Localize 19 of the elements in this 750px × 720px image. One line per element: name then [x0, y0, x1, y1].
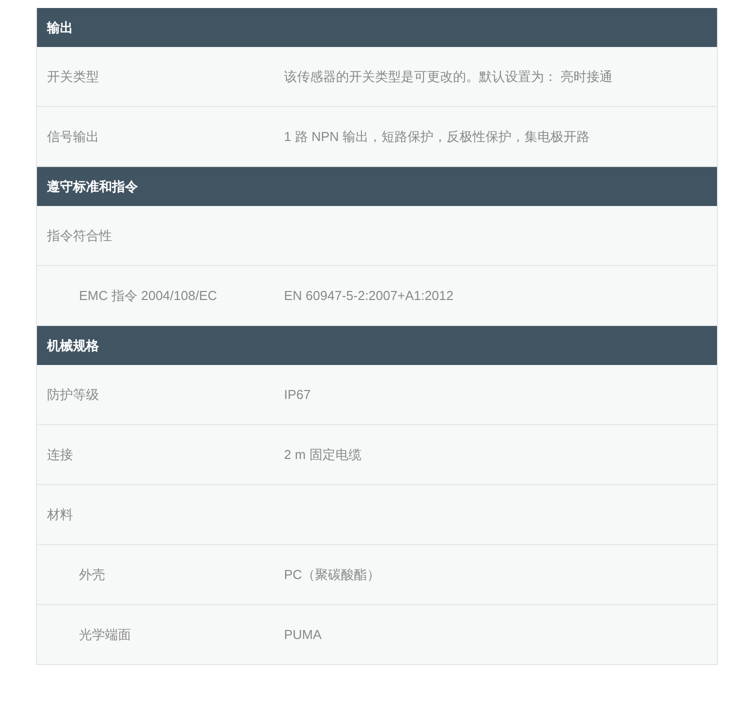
spec-label: 开关类型 — [46, 68, 99, 86]
section-header: 输出 — [37, 8, 717, 47]
spec-value: 2 m 固定电缆 — [284, 446, 362, 464]
spec-value: 1 路 NPN 输出，短路保护，反极性保护，集电极开路 — [284, 128, 590, 146]
spec-label: 信号输出 — [46, 128, 99, 146]
spec-label: 防护等级 — [46, 386, 99, 404]
spec-label: 外壳 — [78, 566, 105, 584]
spec-label: 指令符合性 — [46, 226, 112, 244]
spec-value: PC（聚碳酸酯） — [284, 566, 380, 584]
section-header: 遵守标准和指令 — [37, 167, 717, 206]
spec-value: IP67 — [284, 387, 311, 402]
spec-value: EN 60947-5-2:2007+A1:2012 — [284, 288, 454, 303]
section-header: 机械规格 — [37, 326, 717, 365]
spec-value: 该传感器的开关类型是可更改的。默认设置为： 亮时接通 — [284, 68, 613, 86]
spec-value: PUMA — [284, 627, 322, 642]
spec-label: 连接 — [46, 446, 73, 464]
spec-label: EMC 指令 2004/108/EC — [78, 286, 218, 304]
spec-label: 光学端面 — [78, 626, 131, 644]
spec-label: 材料 — [46, 506, 73, 524]
